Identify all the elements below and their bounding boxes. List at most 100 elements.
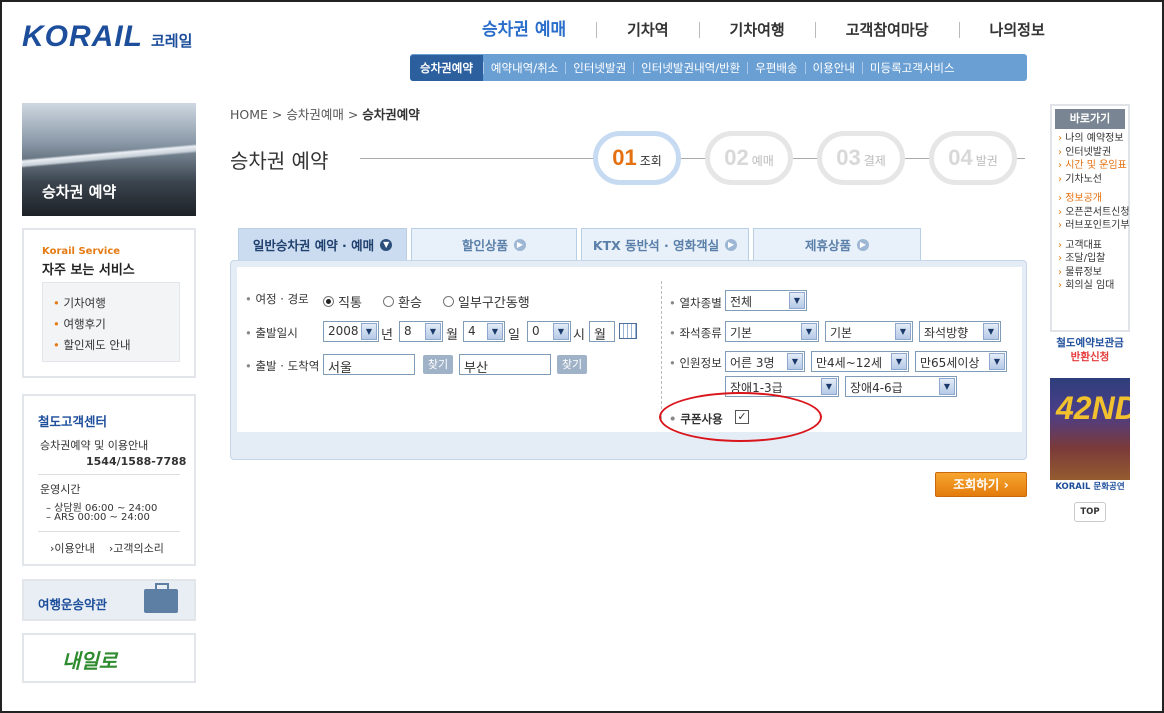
terms-title: 여행운송약관 xyxy=(38,597,108,612)
quick-meeting-room[interactable]: 회의실 임대 xyxy=(1052,279,1128,293)
nav-ticket[interactable]: 승차권 예매 xyxy=(470,22,596,39)
disability-46-select[interactable]: 장애4-6급 ▼ xyxy=(845,376,957,397)
tab-ktx[interactable]: KTX 동반석 · 영화객실 ▶ xyxy=(581,228,749,260)
weekday-value: 월 xyxy=(594,328,606,343)
terms-box[interactable]: 여행운송약관 xyxy=(22,579,196,621)
service-item-review[interactable]: 여행후기 xyxy=(53,314,179,335)
search-form: 여정 · 경로 직통 환승 일부구간동행 출발일시 2008▼ 년 8▼ 월 4… xyxy=(230,260,1027,460)
route-label: 여정 · 경로 xyxy=(245,291,308,307)
nav-station[interactable]: 기차역 xyxy=(596,22,698,38)
logo-text: KORAIL xyxy=(22,20,143,53)
service-item-discount[interactable]: 할인제도 안내 xyxy=(53,335,179,356)
service-item-travel[interactable]: 기차여행 xyxy=(53,293,179,314)
breadcrumb-mid[interactable]: 승차권예매 xyxy=(286,107,344,122)
chevron-down-icon: ▼ xyxy=(361,323,377,340)
subnav-issue[interactable]: 인터넷발권 xyxy=(565,61,633,74)
radio-transfer[interactable]: 환승 xyxy=(383,292,422,311)
breadcrumb-home[interactable]: HOME xyxy=(230,107,268,122)
senior-select[interactable]: 만65세이상 ▼ xyxy=(915,351,1007,372)
nav-myinfo[interactable]: 나의정보 xyxy=(958,22,1075,38)
train-type-label: 열차종별 xyxy=(669,295,721,311)
hour-select[interactable]: 0 ▼ xyxy=(527,321,571,342)
find-departure-button[interactable]: 찾기 xyxy=(423,355,453,374)
chevron-down-icon: ▼ xyxy=(487,323,503,340)
customer-center-title: 철도고객센터 xyxy=(38,414,108,429)
radio-label: 환승 xyxy=(398,296,422,311)
step-label: 예매 xyxy=(751,153,774,168)
korail-logo[interactable]: KORAIL 코레일 xyxy=(22,20,192,54)
highlight-circle xyxy=(659,392,822,442)
subnav-guide[interactable]: 이용안내 xyxy=(804,61,862,74)
seat-type-select[interactable]: 기본 ▼ xyxy=(725,321,819,342)
tab-partner[interactable]: 제휴상품 ▶ xyxy=(753,228,921,260)
service-title: 자주 보는 서비스 xyxy=(42,263,135,278)
naeilro-banner[interactable]: 내일로 xyxy=(22,633,196,683)
banner-title: 승차권 예약 xyxy=(42,183,117,201)
child-select[interactable]: 만4세~12세 ▼ xyxy=(811,351,909,372)
year-select[interactable]: 2008 ▼ xyxy=(323,321,379,342)
title-line xyxy=(360,158,1025,159)
quick-procurement[interactable]: 조달/입찰 xyxy=(1052,252,1128,266)
subnav-post[interactable]: 우편배송 xyxy=(747,61,804,74)
subnav-reserve[interactable]: 승차권예약 xyxy=(410,54,483,81)
tab-label: KTX 동반석 · 영화객실 xyxy=(592,238,720,253)
radio-partial[interactable]: 일부구간동행 xyxy=(443,292,530,311)
search-button[interactable]: 조회하기 › xyxy=(935,472,1027,497)
quick-info-disclosure[interactable]: 정보공개 xyxy=(1052,192,1128,206)
naeilro-logo: 내일로 xyxy=(62,649,118,673)
chevron-down-icon: ▼ xyxy=(891,353,907,370)
calendar-icon[interactable] xyxy=(619,323,637,339)
station-label: 출발 · 도착역 xyxy=(245,358,319,374)
nav-customer[interactable]: 고객참여마당 xyxy=(814,22,959,38)
quick-internet-issue[interactable]: 인터넷발권 xyxy=(1052,146,1128,160)
tab-discount[interactable]: 할인상품 ▶ xyxy=(411,228,577,260)
tab-general[interactable]: 일반승차권 예약 · 예매 ▼ xyxy=(238,228,407,260)
breadcrumb-current: 승차권예약 xyxy=(362,107,420,122)
seat-value: 기본 xyxy=(730,326,753,340)
voice-link[interactable]: ›고객의소리 xyxy=(109,540,164,556)
quick-links: 바로가기 나의 예약정보 인터넷발권 시간 및 운임표 기차노선 정보공개 오픈… xyxy=(1050,104,1130,332)
date-label: 출발일시 xyxy=(245,325,297,341)
departure-input[interactable]: 서울 xyxy=(323,354,415,376)
step-number: 01 xyxy=(612,145,637,170)
nav-travel[interactable]: 기차여행 xyxy=(698,22,815,38)
quick-route-map[interactable]: 기차노선 xyxy=(1052,173,1128,187)
breadcrumb: HOME > 승차권예매 > 승차권예약 xyxy=(230,107,420,122)
step-number: 02 xyxy=(724,145,749,170)
chevron-down-icon: ▼ xyxy=(983,323,999,340)
adult-select[interactable]: 어른 3명 ▼ xyxy=(725,351,805,372)
quick-my-reservation[interactable]: 나의 예약정보 xyxy=(1052,132,1128,146)
weekday-field: 월 xyxy=(589,321,615,343)
form-inner: 여정 · 경로 직통 환승 일부구간동행 출발일시 2008▼ 년 8▼ 월 4… xyxy=(237,267,1022,432)
arrival-input[interactable]: 부산 xyxy=(459,354,551,376)
quick-ceo[interactable]: 고객대표 xyxy=(1052,239,1128,253)
culture-poster[interactable]: 42ND KORAIL 문화공연 xyxy=(1050,378,1130,494)
customer-center-box: 철도고객센터 승차권예약 및 이용안내 1544/1588-7788 운영시간 … xyxy=(22,394,196,566)
form-divider xyxy=(661,281,662,419)
quick-concert[interactable]: 오픈콘서트신청 xyxy=(1052,206,1129,220)
quick-love-point[interactable]: 러브포인트기부 xyxy=(1052,219,1129,233)
adult-value: 어른 3명 xyxy=(730,356,775,370)
guide-link[interactable]: ›이용안내 xyxy=(50,540,95,556)
service-list: 기차여행 여행후기 할인제도 안내 xyxy=(42,282,180,362)
seat-direction-select[interactable]: 좌석방향 ▼ xyxy=(919,321,1001,342)
subnav-guest[interactable]: 미등록고객서비스 xyxy=(861,61,962,74)
subnav-issue-history[interactable]: 인터넷발권내역/반환 xyxy=(633,61,747,74)
find-arrival-button[interactable]: 찾기 xyxy=(557,355,587,374)
radio-icon xyxy=(443,296,454,307)
radio-direct[interactable]: 직통 xyxy=(323,292,362,311)
logo-ko-text: 코레일 xyxy=(151,31,193,50)
step-reserve: 02 예매 xyxy=(705,131,793,185)
quick-timetable[interactable]: 시간 및 운임표 xyxy=(1052,159,1128,173)
train-type-select[interactable]: 전체 ▼ xyxy=(725,290,807,311)
seat-class-select[interactable]: 기본 ▼ xyxy=(825,321,913,342)
center-phone: 1544/1588-7788 xyxy=(86,455,187,468)
month-select[interactable]: 8 ▼ xyxy=(399,321,443,342)
day-value: 4 xyxy=(468,324,476,338)
top-button[interactable]: TOP xyxy=(1074,502,1106,522)
hours-ars: – ARS 00:00 ~ 24:00 xyxy=(46,512,150,523)
subnav-history[interactable]: 예약내역/취소 xyxy=(482,61,565,74)
day-select[interactable]: 4 ▼ xyxy=(463,321,505,342)
quick-logistics[interactable]: 물류정보 xyxy=(1052,266,1128,280)
refund-banner[interactable]: 철도예약보관금 반환신청 xyxy=(1050,336,1130,372)
